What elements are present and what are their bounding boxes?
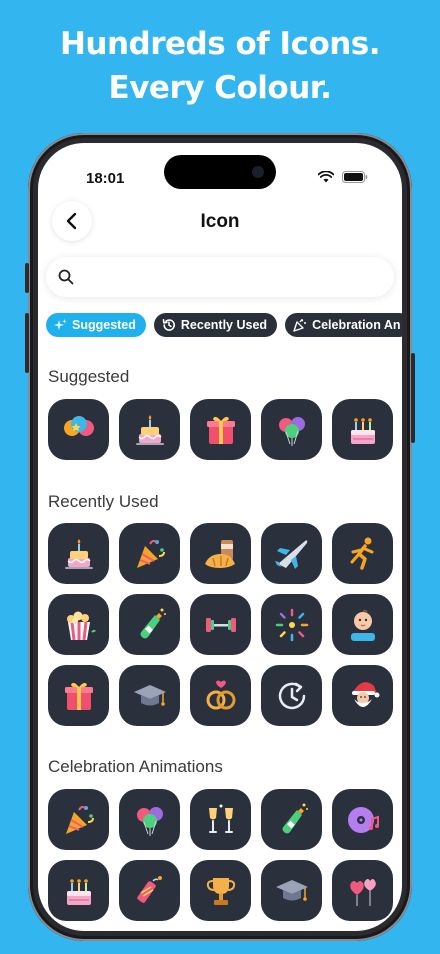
search-input[interactable] [82, 265, 376, 291]
icon-tile[interactable] [332, 665, 393, 726]
birthday-cake-candles-icon [66, 878, 91, 905]
icon-tile[interactable] [261, 789, 322, 850]
phone-frame: 18:01 Icon Suggested Recently Used Celeb… [25, 133, 415, 941]
graduation-cap-icon [133, 684, 166, 706]
chip-label: Suggested [72, 318, 136, 332]
wifi-icon [318, 171, 334, 183]
icon-tile[interactable] [190, 523, 251, 584]
dynamic-island [164, 155, 276, 189]
search-bar[interactable] [46, 257, 394, 297]
section-title-celebration: Celebration Animations [48, 757, 223, 776]
icon-tile[interactable] [190, 789, 251, 850]
heart-balloons-icon [349, 878, 376, 906]
chip-label: Celebration An [312, 318, 401, 332]
icon-tile[interactable] [48, 594, 109, 655]
icon-tile[interactable] [261, 594, 322, 655]
fireworks-icon [275, 608, 308, 641]
chip-suggested[interactable]: Suggested [46, 313, 146, 337]
icon-tile[interactable] [332, 860, 393, 921]
category-chips: Suggested Recently Used Celebration An [46, 313, 402, 337]
page-title: Icon [200, 211, 240, 232]
icon-tile[interactable] [48, 523, 109, 584]
side-button-left [25, 263, 29, 293]
icon-tile[interactable] [190, 860, 251, 921]
croissant-coffee-icon [204, 539, 235, 568]
icon-tile[interactable] [48, 789, 109, 850]
history-icon [162, 319, 175, 331]
clock-icon [278, 682, 305, 709]
party-balloons-icon [136, 806, 163, 836]
promo-line-1: Hundreds of Icons. [59, 26, 381, 62]
icon-tile[interactable] [119, 523, 180, 584]
search-icon [58, 269, 74, 285]
icon-tile[interactable] [119, 860, 180, 921]
chip-celebration[interactable]: Celebration An [285, 313, 402, 337]
baby-icon [350, 609, 375, 641]
dumbbell-icon [205, 617, 236, 632]
battery-icon [342, 171, 368, 183]
gift-box-icon [206, 416, 235, 444]
icon-tile[interactable] [119, 594, 180, 655]
icon-tile[interactable] [332, 399, 393, 460]
icon-tile[interactable] [332, 594, 393, 655]
icon-tile[interactable] [48, 665, 109, 726]
chip-recently-used[interactable]: Recently Used [153, 313, 278, 337]
party-popper-icon [136, 539, 165, 568]
icon-tile[interactable] [190, 665, 251, 726]
promo-headline: Hundreds of Icons. Every Colour. [0, 22, 440, 110]
recently-used-grid [48, 523, 393, 726]
status-time: 18:01 [86, 170, 125, 187]
trophy-icon [206, 877, 235, 905]
icon-tile[interactable] [48, 399, 109, 460]
runner-icon [350, 537, 373, 570]
santa-icon [351, 681, 379, 707]
icon-tile[interactable] [261, 665, 322, 726]
birthday-cake-candles-icon [350, 417, 375, 444]
music-disc-icon [347, 806, 379, 833]
chip-label: Recently Used [180, 318, 268, 332]
suggested-grid [48, 399, 393, 460]
section-title-recently-used: Recently Used [48, 492, 159, 511]
graduation-cap-icon [275, 879, 308, 901]
champagne-bottle-icon [282, 803, 308, 833]
side-button-left [25, 313, 29, 373]
icon-tile[interactable] [190, 594, 251, 655]
icon-tile[interactable] [332, 789, 393, 850]
sparkles-icon [54, 318, 67, 330]
champagne-bottle-icon [140, 608, 166, 638]
app-screen: 18:01 Icon Suggested Recently Used Celeb… [38, 143, 402, 931]
birthday-cake-icon [64, 538, 93, 569]
wedding-rings-icon [206, 680, 235, 709]
icon-tile[interactable] [261, 523, 322, 584]
icon-tile[interactable] [119, 399, 180, 460]
section-title-suggested: Suggested [48, 367, 130, 386]
icon-tile[interactable] [119, 789, 180, 850]
party-balloons-icon [278, 416, 305, 446]
promo-line-2: Every Colour. [108, 70, 332, 106]
firecracker-icon [136, 875, 162, 903]
status-icons [318, 171, 368, 183]
icon-tile[interactable] [261, 399, 322, 460]
gift-box-icon [64, 682, 93, 710]
icon-tile[interactable] [48, 860, 109, 921]
icon-tile[interactable] [261, 860, 322, 921]
side-button-right [411, 353, 415, 443]
champagne-glasses-icon [208, 804, 233, 833]
balloons-icon [63, 415, 94, 436]
airplane-icon [274, 539, 307, 569]
icon-tile[interactable] [332, 523, 393, 584]
party-popper-icon [293, 319, 307, 332]
celebration-grid [48, 789, 393, 921]
icon-tile[interactable] [190, 399, 251, 460]
popcorn-icon [66, 611, 96, 640]
camera-icon [252, 166, 264, 178]
party-popper-icon [65, 805, 94, 834]
icon-tile[interactable] [119, 665, 180, 726]
birthday-cake-icon [135, 414, 164, 445]
